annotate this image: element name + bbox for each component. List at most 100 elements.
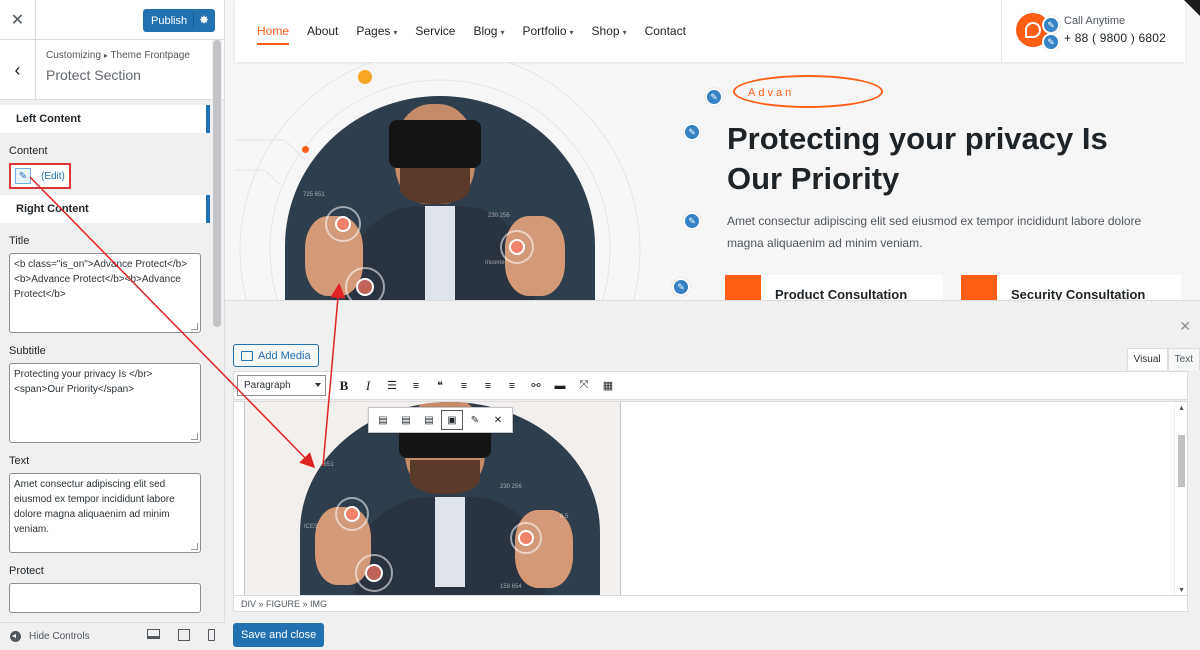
breadcrumb-child: Theme Frontpage — [110, 50, 190, 61]
close-icon[interactable]: ✕ — [1179, 318, 1191, 335]
content-label: Content — [9, 145, 48, 157]
right-content-heading: Right Content — [0, 195, 210, 223]
protect-field[interactable] — [9, 583, 201, 613]
tab-text[interactable]: Text — [1167, 348, 1200, 370]
nav-item-pages[interactable]: Pages ▾ — [356, 24, 397, 38]
nav-item-shop[interactable]: Shop ▾ — [592, 24, 627, 38]
bullet-list-icon[interactable]: ☰ — [380, 374, 404, 398]
bold-icon[interactable]: B — [332, 374, 356, 398]
hud-label: 725 651 — [312, 462, 334, 468]
section-description: Amet consectur adipiscing elit sed eiusm… — [727, 214, 1142, 250]
nav-item-contact[interactable]: Contact — [645, 24, 686, 38]
tab-visual[interactable]: Visual — [1126, 348, 1168, 370]
toolbar-toggle-icon[interactable]: ▦ — [596, 374, 620, 398]
call-phone[interactable]: + 88 ( 9800 ) 6802 — [1064, 31, 1166, 45]
fullscreen-icon[interactable]: ⤧ — [572, 374, 596, 398]
customizer-sidebar: ✕ Publish ✸ ‹ Customizing ▸ Theme Frontp… — [0, 0, 225, 650]
service-card[interactable]: Security Consultation — [961, 275, 1181, 300]
decorative-corner — [1184, 0, 1200, 16]
save-and-close-button[interactable]: Save and close — [233, 623, 325, 647]
numbered-list-icon[interactable]: ≡ — [404, 374, 428, 398]
edit-shortcut-icon[interactable]: ✎ — [1042, 33, 1060, 51]
monitor-icon — [725, 275, 761, 300]
collapse-icon[interactable] — [10, 631, 21, 642]
nav-item-blog[interactable]: Blog ▾ — [473, 24, 504, 38]
close-icon[interactable]: ✕ — [0, 0, 36, 40]
controls-panel: Left Content Content ✎ (Edit) Right Cont… — [0, 100, 210, 620]
read-more-icon[interactable]: ▬ — [548, 374, 572, 398]
hud-label: ICES — [304, 524, 319, 530]
editor-scrollbar[interactable]: ▲ ▼ — [1174, 402, 1187, 595]
edit-shortcut-icon[interactable]: ✎ — [672, 278, 690, 296]
breadcrumb-separator: ▸ — [103, 51, 108, 60]
selected-image[interactable]: 725 651 230 256 ICES 0.5 159 654 ▤ ▤ ▤ ▣… — [244, 402, 621, 595]
publish-label: Publish — [151, 14, 188, 27]
nav-item-home[interactable]: Home — [257, 24, 290, 45]
nav-item-label: Home — [257, 24, 290, 38]
title-textarea[interactable]: <b class="is_on">Advance Protect</b><b>A… — [9, 253, 201, 333]
italic-icon[interactable]: I — [356, 374, 380, 398]
no-align-icon[interactable]: ▣ — [441, 410, 463, 430]
call-box: ✎ ✎ Call Anytime + 88 ( 9800 ) 6802 — [1001, 0, 1185, 62]
content-edit-control[interactable]: ✎ (Edit) — [9, 163, 71, 189]
scrollbar-thumb[interactable] — [213, 40, 221, 327]
hud-label: 0.5 — [560, 514, 569, 520]
customizer-footer: Hide Controls — [0, 622, 225, 650]
align-center-icon[interactable]: ▤ — [395, 410, 417, 430]
text-label: Text — [9, 455, 30, 467]
align-right-icon[interactable]: ≡ — [500, 374, 524, 398]
text-textarea[interactable]: Amet consectur adipiscing elit sed eiusm… — [9, 473, 201, 553]
service-card-label: Security Consultation — [1011, 287, 1146, 300]
content-edit-link[interactable]: (Edit) — [41, 171, 65, 182]
align-left-icon[interactable]: ≡ — [452, 374, 476, 398]
pencil-icon[interactable]: ✎ — [15, 168, 31, 184]
scroll-up-icon[interactable]: ▲ — [1178, 405, 1185, 412]
site-preview: 725 651 230 256 Income Home About Pages ▾ Se… — [225, 0, 1200, 300]
publish-divider — [193, 12, 194, 29]
subtitle-textarea[interactable]: Protecting your privacy Is </br><span>Ou… — [9, 363, 201, 443]
chevron-down-icon: ▾ — [622, 28, 627, 37]
hud-label: 230 256 — [500, 484, 522, 490]
add-media-button[interactable]: Add Media — [233, 344, 319, 367]
edit-shortcut-icon[interactable]: ✎ — [1042, 16, 1060, 34]
section-title: Protect Section — [46, 67, 141, 83]
nav-item-service[interactable]: Service — [415, 24, 455, 38]
edit-shortcut-icon[interactable]: ✎ — [683, 212, 701, 230]
remove-icon[interactable]: ✕ — [487, 410, 509, 430]
nav-item-label: Blog — [473, 24, 498, 38]
nav-item-label: About — [307, 24, 339, 38]
align-right-icon[interactable]: ▤ — [418, 410, 440, 430]
edit-shortcut-icon[interactable]: ✎ — [683, 123, 701, 141]
scroll-down-icon[interactable]: ▼ — [1178, 587, 1185, 594]
desktop-icon[interactable] — [147, 629, 160, 639]
hud-label: 230 256 — [488, 213, 510, 219]
mobile-icon[interactable] — [208, 629, 215, 641]
nav-item-portfolio[interactable]: Portfolio ▾ — [522, 24, 573, 38]
section-header: ‹ Customizing ▸ Theme Frontpage Protect … — [0, 40, 224, 100]
format-select[interactable]: Paragraph — [237, 375, 326, 396]
element-path: DIV » FIGURE » IMG — [233, 596, 1188, 612]
tablet-icon[interactable] — [178, 629, 190, 641]
link-icon[interactable]: ⚯ — [524, 374, 548, 398]
gear-icon[interactable]: ✸ — [199, 13, 209, 27]
back-arrow-icon[interactable]: ‹ — [0, 40, 36, 100]
nav-item-about[interactable]: About — [307, 24, 338, 38]
blockquote-icon[interactable]: ❝ — [428, 374, 452, 398]
breadcrumb: Customizing ▸ Theme Frontpage — [46, 50, 190, 61]
scrollbar-thumb[interactable] — [1178, 435, 1185, 487]
editor-content-area[interactable]: 725 651 230 256 ICES 0.5 159 654 ▤ ▤ ▤ ▣… — [233, 401, 1188, 596]
align-left-icon[interactable]: ▤ — [372, 410, 394, 430]
hide-controls-button[interactable]: Hide Controls — [29, 631, 90, 642]
nav-item-label: Pages — [356, 24, 391, 38]
sidebar-scrollbar[interactable] — [212, 40, 222, 620]
service-card[interactable]: Product Consultation — [725, 275, 943, 300]
section-heading: Protecting your privacy Is Our Priority — [727, 121, 1108, 196]
chevron-down-icon: ▾ — [393, 28, 398, 37]
nav-item-label: Shop — [591, 24, 620, 38]
site-navbar: Home About Pages ▾ Service Blog ▾ Portfolio ▾ Sho… — [235, 0, 1185, 62]
publish-button[interactable]: Publish ✸ — [143, 9, 215, 32]
edit-shortcut-icon[interactable]: ✎ — [705, 88, 723, 106]
device-preview-switcher — [147, 629, 215, 641]
pencil-icon[interactable]: ✎ — [464, 410, 486, 430]
align-center-icon[interactable]: ≡ — [476, 374, 500, 398]
